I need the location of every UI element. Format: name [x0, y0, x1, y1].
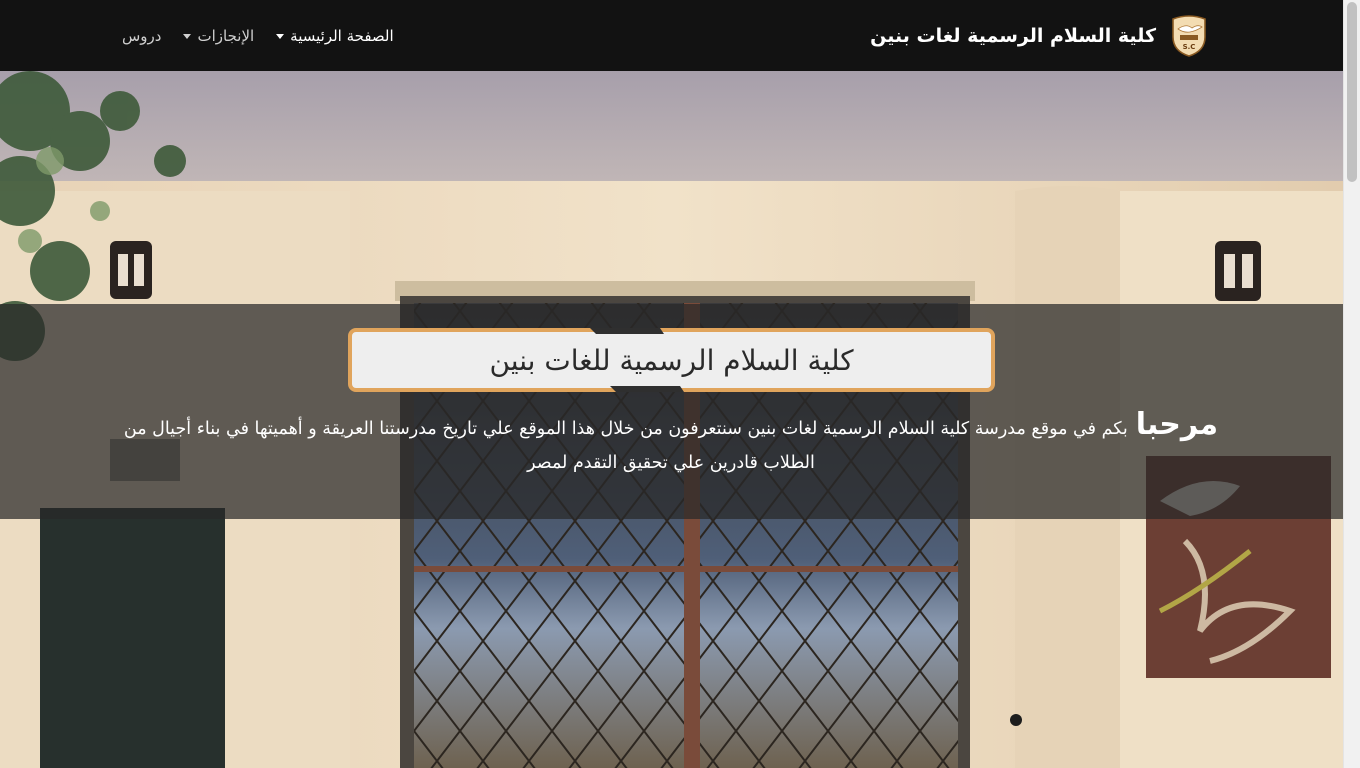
nav-item-achievements[interactable]: الإنجازات	[183, 27, 254, 45]
brand-link[interactable]: S.C كلية السلام الرسمية لغات بنين	[870, 14, 1208, 58]
logo-text: S.C	[1183, 43, 1196, 51]
chevron-down-icon	[276, 33, 285, 39]
welcome-word: مرحبا	[1135, 407, 1219, 442]
nav-item-home-label: الصفحة الرئيسية	[290, 27, 394, 45]
scrollbar-thumb[interactable]	[1347, 2, 1357, 182]
hero-title: كلية السلام الرسمية للغات بنين	[489, 343, 854, 377]
chevron-down-icon	[183, 33, 192, 39]
nav-item-lessons[interactable]: دروس	[122, 27, 161, 45]
school-logo-icon: S.C	[1172, 15, 1206, 57]
hero-title-box: كلية السلام الرسمية للغات بنين	[348, 328, 995, 392]
welcome-text: بكم في موقع مدرسة كلية السلام الرسمية لغ…	[123, 419, 1128, 473]
nav-menu: الصفحة الرئيسية الإنجازات دروس	[122, 24, 394, 48]
nav-item-home[interactable]: الصفحة الرئيسية	[276, 27, 394, 45]
nav-item-lessons-label: دروس	[122, 27, 162, 45]
nav-item-achievements-label: الإنجازات	[197, 27, 255, 45]
welcome-paragraph: مرحبابكم في موقع مدرسة كلية السلام الرسم…	[118, 408, 1224, 480]
brand-title: كلية السلام الرسمية لغات بنين	[870, 25, 1156, 47]
top-navbar: S.C كلية السلام الرسمية لغات بنين الصفحة…	[0, 0, 1343, 71]
page-scrollbar[interactable]	[1343, 0, 1360, 768]
